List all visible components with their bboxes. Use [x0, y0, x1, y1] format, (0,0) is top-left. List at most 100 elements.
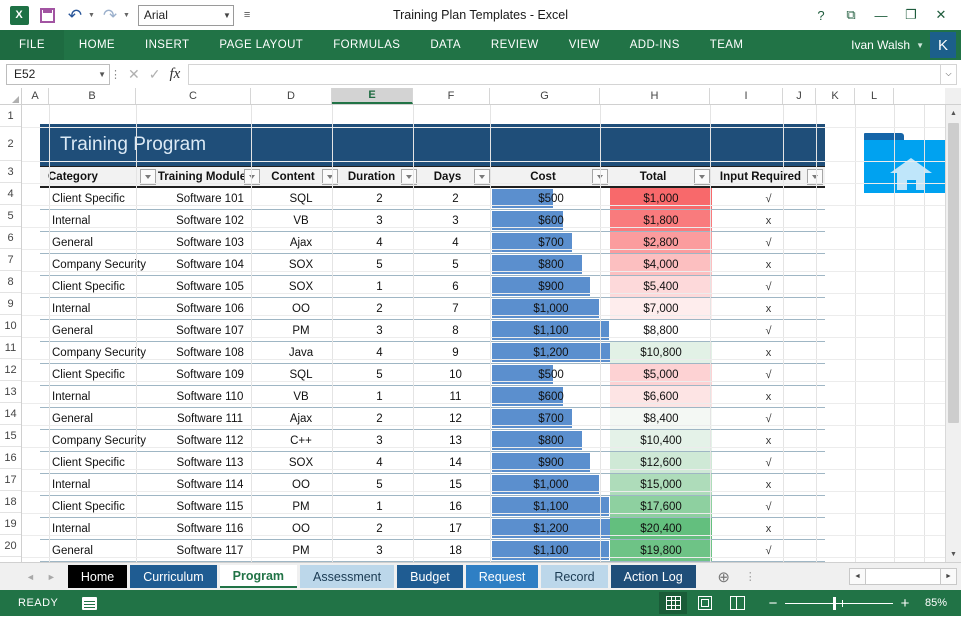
column-header-C[interactable]: C	[136, 88, 251, 104]
ribbon-tab-review[interactable]: REVIEW	[476, 30, 554, 60]
sheet-prev-icon[interactable]: ◄	[26, 572, 35, 582]
row-header-5[interactable]: 5	[0, 205, 21, 227]
table-row[interactable]: Company SecuritySoftware 112C++313$800$1…	[40, 430, 825, 452]
ribbon-tab-formulas[interactable]: FORMULAS	[318, 30, 415, 60]
scroll-down-icon[interactable]: ▼	[946, 546, 961, 562]
ribbon-tab-data[interactable]: DATA	[415, 30, 476, 60]
cells-area[interactable]: Training Program CategoryTraining Module…	[22, 105, 961, 562]
horizontal-scrollbar[interactable]: ◄ ►	[849, 568, 957, 585]
table-row[interactable]: InternalSoftware 110VB111$600$6,600x	[40, 386, 825, 408]
sheet-tab-assessment[interactable]: Assessment	[300, 565, 394, 588]
column-header-I[interactable]: I	[710, 88, 783, 104]
customize-toolbar-icon[interactable]: ≡	[244, 9, 250, 21]
row-header-19[interactable]: 19	[0, 513, 21, 535]
user-name-label[interactable]: Ivan Walsh	[851, 38, 910, 52]
ribbon-tab-add-ins[interactable]: ADD-INS	[615, 30, 695, 60]
excel-logo-icon[interactable]: X	[6, 3, 32, 27]
chevron-down-icon[interactable]: ▼	[223, 11, 231, 20]
column-header-L[interactable]: L	[855, 88, 894, 104]
table-row[interactable]: InternalSoftware 102VB33$600$1,800x	[40, 210, 825, 232]
row-header-13[interactable]: 13	[0, 381, 21, 403]
table-row[interactable]: Company SecuritySoftware 104SOX55$800$4,…	[40, 254, 825, 276]
scroll-up-icon[interactable]: ▲	[946, 105, 961, 121]
ribbon-tab-page-layout[interactable]: PAGE LAYOUT	[204, 30, 318, 60]
expand-formula-bar-icon[interactable]: ⌵	[940, 64, 957, 85]
close-button[interactable]: ✕	[927, 3, 955, 27]
zoom-level-label[interactable]: 85%	[921, 597, 953, 609]
undo-icon[interactable]: ↶	[62, 3, 88, 27]
row-header-10[interactable]: 10	[0, 315, 21, 337]
chevron-down-icon[interactable]: ▼	[98, 70, 106, 79]
table-row[interactable]: Client SpecificSoftware 115PM116$1,100$1…	[40, 496, 825, 518]
sheet-tab-home[interactable]: Home	[68, 565, 127, 588]
ribbon-tab-home[interactable]: HOME	[64, 30, 130, 60]
table-row[interactable]: InternalSoftware 116OO217$1,200$20,400x	[40, 518, 825, 540]
column-header-D[interactable]: D	[251, 88, 332, 104]
zoom-in-button[interactable]: +	[899, 595, 911, 612]
select-all-corner[interactable]	[0, 88, 22, 104]
ribbon-tab-file[interactable]: FILE	[0, 30, 64, 60]
hscroll-right-icon[interactable]: ►	[940, 568, 957, 585]
insert-function-icon[interactable]: fx	[169, 66, 180, 83]
redo-dropdown-icon[interactable]: ▼	[123, 12, 130, 19]
enter-icon[interactable]: ✓	[149, 66, 161, 83]
undo-dropdown-icon[interactable]: ▼	[88, 12, 95, 19]
row-header-1[interactable]: 1	[0, 105, 21, 127]
column-header-F[interactable]: F	[413, 88, 490, 104]
hscroll-left-icon[interactable]: ◄	[849, 568, 866, 585]
sheet-tab-curriculum[interactable]: Curriculum	[130, 565, 216, 588]
table-row[interactable]: GeneralSoftware 107PM38$1,100$8,800√	[40, 320, 825, 342]
row-header-16[interactable]: 16	[0, 447, 21, 469]
table-row[interactable]: Client SpecificSoftware 109SQL510$500$5,…	[40, 364, 825, 386]
row-header-14[interactable]: 14	[0, 403, 21, 425]
vertical-scroll-thumb[interactable]	[948, 123, 959, 423]
row-header-20[interactable]: 20	[0, 535, 21, 557]
vertical-scrollbar[interactable]: ▲ ▼	[945, 105, 961, 562]
table-row[interactable]: Company SecuritySoftware 108Java49$1,200…	[40, 342, 825, 364]
row-header-8[interactable]: 8	[0, 271, 21, 293]
row-header-11[interactable]: 11	[0, 337, 21, 359]
formula-input[interactable]	[188, 64, 940, 85]
column-header-B[interactable]: B	[49, 88, 136, 104]
ribbon-tab-team[interactable]: TEAM	[695, 30, 759, 60]
zoom-slider[interactable]	[785, 603, 893, 604]
minimize-button[interactable]: —	[867, 3, 895, 27]
ribbon-tab-view[interactable]: VIEW	[554, 30, 615, 60]
home-folder-icon[interactable]	[864, 133, 956, 193]
table-row[interactable]: GeneralSoftware 103Ajax44$700$2,800√	[40, 232, 825, 254]
column-header-G[interactable]: G	[490, 88, 600, 104]
column-header-K[interactable]: K	[816, 88, 855, 104]
zoom-slider-thumb[interactable]	[833, 597, 836, 610]
row-header-7[interactable]: 7	[0, 249, 21, 271]
add-sheet-button[interactable]: ⊕	[711, 568, 737, 586]
redo-icon[interactable]: ↷	[97, 3, 123, 27]
column-header-H[interactable]: H	[600, 88, 710, 104]
hscroll-track[interactable]	[866, 568, 940, 585]
sheet-tab-record[interactable]: Record	[541, 565, 607, 588]
maximize-button[interactable]: ❐	[897, 3, 925, 27]
sheet-tab-budget[interactable]: Budget	[397, 565, 463, 588]
ribbon-display-options-icon[interactable]: ⧉	[837, 3, 865, 27]
page-break-view-button[interactable]	[723, 592, 751, 614]
row-header-6[interactable]: 6	[0, 227, 21, 249]
avatar[interactable]: K	[930, 32, 956, 58]
row-header-18[interactable]: 18	[0, 491, 21, 513]
table-row[interactable]: Client SpecificSoftware 101SQL22$500$1,0…	[40, 188, 825, 210]
font-name-box[interactable]: Arial ▼	[138, 5, 234, 26]
name-box[interactable]: E52 ▼	[6, 64, 110, 85]
row-header-12[interactable]: 12	[0, 359, 21, 381]
record-macro-icon[interactable]	[82, 597, 97, 610]
table-row[interactable]: InternalSoftware 106OO27$1,000$7,000x	[40, 298, 825, 320]
normal-view-button[interactable]	[659, 592, 687, 614]
column-header-A[interactable]: A	[22, 88, 49, 104]
table-row[interactable]: GeneralSoftware 117PM318$1,100$19,800√	[40, 540, 825, 562]
sheet-tab-program[interactable]: Program	[220, 565, 297, 588]
sheet-tab-action-log[interactable]: Action Log	[611, 565, 696, 588]
row-header-2[interactable]: 2	[0, 127, 21, 161]
zoom-out-button[interactable]: −	[767, 595, 779, 612]
chevron-down-icon[interactable]: ▼	[916, 41, 924, 50]
table-row[interactable]: InternalSoftware 114OO515$1,000$15,000x	[40, 474, 825, 496]
ribbon-tab-insert[interactable]: INSERT	[130, 30, 204, 60]
row-header-3[interactable]: 3	[0, 161, 21, 183]
table-row[interactable]: GeneralSoftware 111Ajax212$700$8,400√	[40, 408, 825, 430]
